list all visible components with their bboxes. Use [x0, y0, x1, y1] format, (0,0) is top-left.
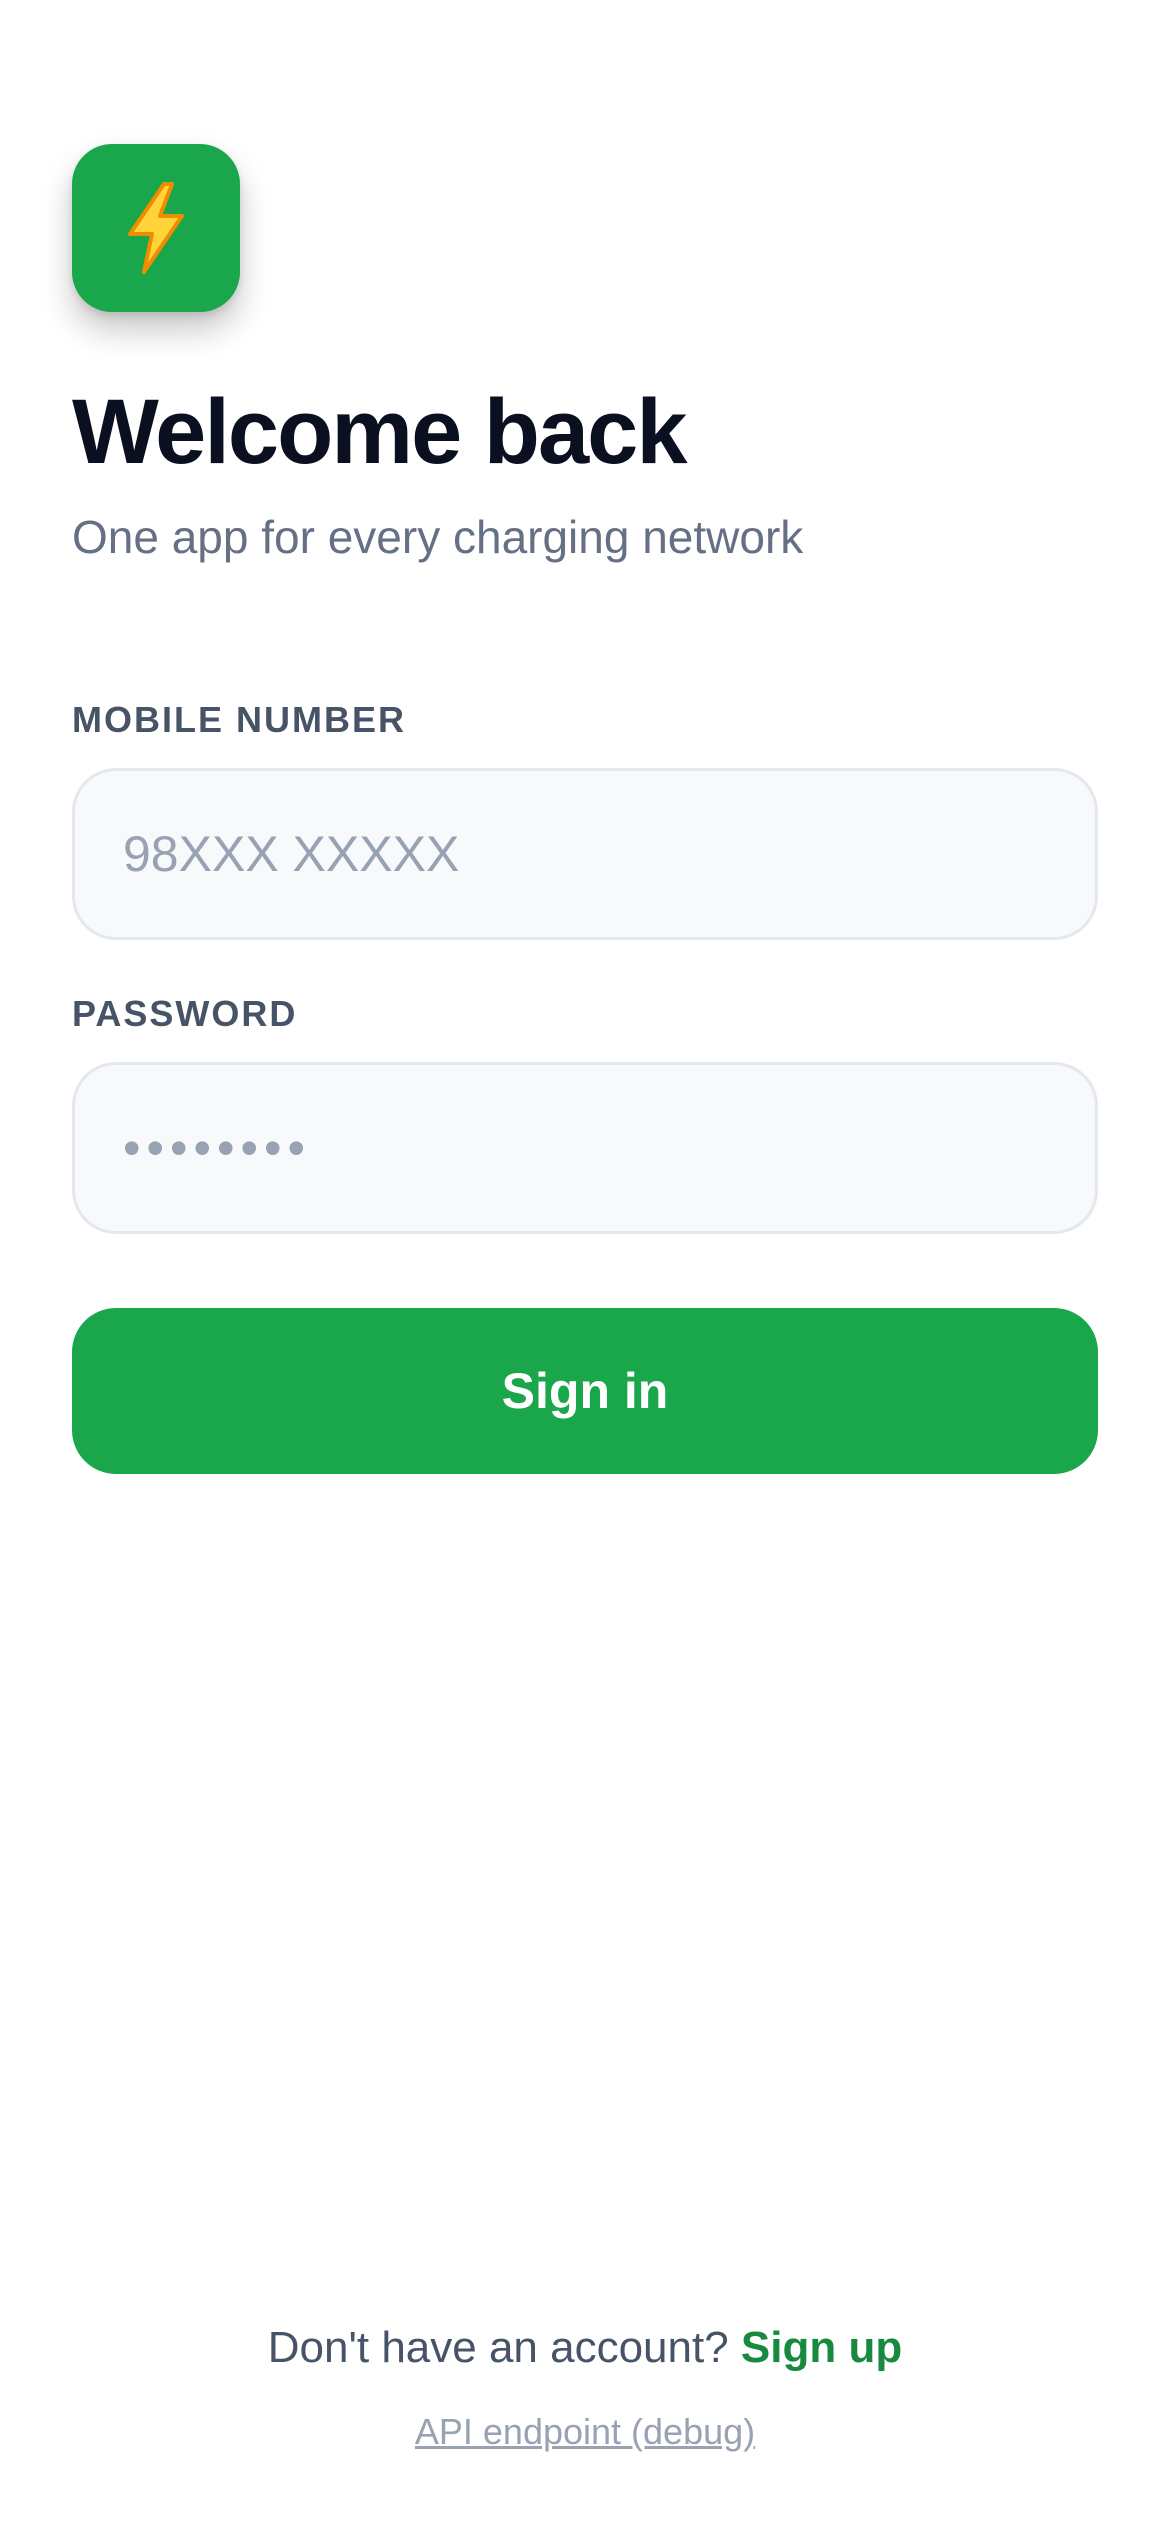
sign-in-button[interactable]: Sign in [72, 1308, 1098, 1474]
page-title: Welcome back [72, 381, 687, 483]
api-endpoint-debug-link[interactable]: API endpoint (debug) [0, 2410, 1170, 2453]
login-screen: Welcome back One app for every charging … [0, 0, 1170, 2532]
signup-prompt: Don't have an account? Sign up [0, 2322, 1170, 2375]
sign-up-link[interactable]: Sign up [741, 2323, 902, 2372]
mobile-number-label: MOBILE NUMBER [72, 699, 406, 740]
lightning-bolt-icon [128, 182, 184, 274]
signup-prompt-text: Don't have an account? [267, 2323, 741, 2372]
mobile-number-input[interactable] [72, 768, 1098, 940]
page-subtitle: One app for every charging network [72, 511, 804, 563]
password-label: PASSWORD [72, 993, 298, 1034]
app-logo [72, 144, 240, 312]
password-input[interactable] [72, 1062, 1098, 1234]
